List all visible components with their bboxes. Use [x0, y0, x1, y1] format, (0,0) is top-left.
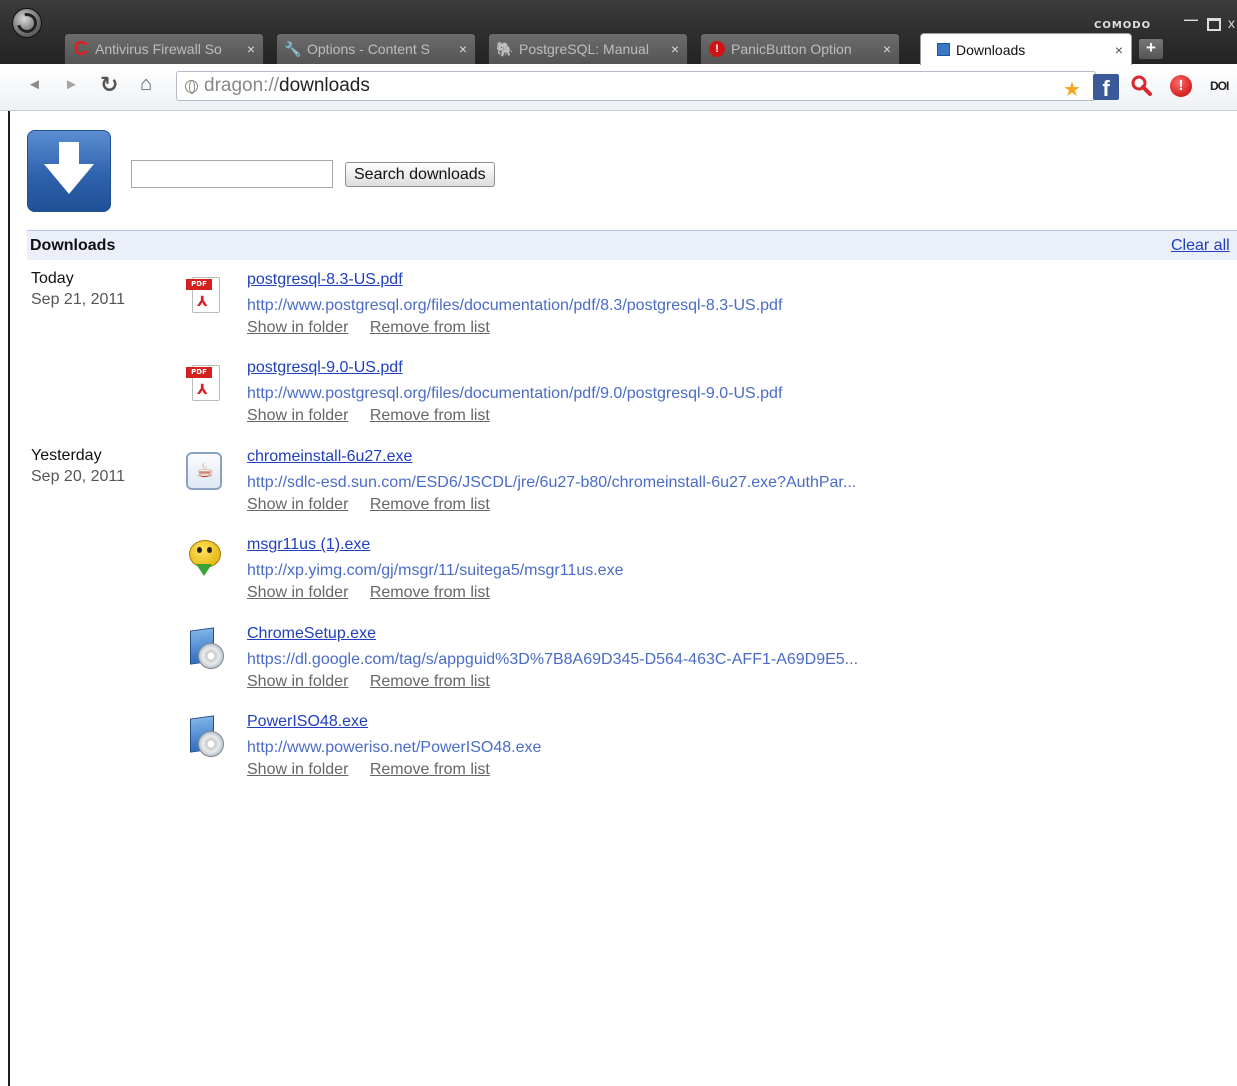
comodo-brand-label: COMODO [1094, 20, 1152, 31]
date-group-label: Yesterday [31, 447, 102, 464]
setup-installer-icon [184, 627, 224, 671]
tab-close-icon[interactable]: × [1115, 42, 1123, 58]
panic-button-icon: ! [709, 41, 725, 57]
tab-close-icon[interactable]: × [671, 41, 679, 57]
tab-close-icon[interactable]: × [459, 41, 467, 57]
new-tab-button[interactable]: + [1138, 38, 1164, 60]
back-button[interactable]: ◄ [27, 76, 42, 93]
postgresql-elephant-icon: 🐘 [496, 40, 514, 57]
remove-from-list-link[interactable]: Remove from list [370, 319, 490, 336]
download-file-link[interactable]: ChromeSetup.exe [247, 625, 376, 643]
download-item: ☕ chromeinstall-6u27.exe http://sdlc-esd… [184, 448, 1224, 528]
download-item: PDF ⅄ postgresql-9.0-US.pdf http://www.po… [184, 359, 1224, 439]
tab-options-content[interactable]: 🔧 Options - Content S × [276, 33, 476, 64]
clear-all-link[interactable]: Clear all [1171, 237, 1230, 255]
date-group-label: Today [31, 270, 74, 287]
pdf-file-icon: PDF ⅄ [184, 361, 224, 405]
yahoo-messenger-icon [184, 538, 224, 582]
downloads-page-icon [937, 43, 950, 56]
download-source-url[interactable]: http://www.postgresql.org/files/document… [247, 297, 782, 315]
tab-postgresql-manual[interactable]: 🐘 PostgreSQL: Manual × [488, 33, 688, 64]
window-left-border [8, 111, 10, 1086]
download-file-link[interactable]: postgresql-8.3-US.pdf [247, 271, 403, 289]
address-bar[interactable]: dragon:// downloads [176, 71, 1096, 101]
tab-antivirus-firewall[interactable]: C Antivirus Firewall So × [64, 33, 264, 64]
browser-toolbar: ◄ ► ↻ ⌂ dragon:// downloads ★ f ! DOI [0, 64, 1237, 111]
search-downloads-input[interactable] [131, 160, 333, 188]
bookmark-star-icon[interactable]: ★ [1063, 77, 1081, 102]
facebook-extension-icon[interactable]: f [1093, 74, 1119, 101]
download-file-link[interactable]: PowerISO48.exe [247, 713, 368, 731]
remove-from-list-link[interactable]: Remove from list [370, 673, 490, 690]
url-path: downloads [279, 75, 370, 96]
download-item: PowerISO48.exe http://www.poweriso.net/P… [184, 713, 1224, 793]
download-item: msgr11us (1).exe http://xp.yimg.com/gj/m… [184, 536, 1224, 616]
downloads-section-header: Downloads Clear all [27, 230, 1237, 260]
dragon-browser-logo-icon[interactable] [12, 8, 42, 38]
wrench-icon: 🔧 [284, 40, 302, 57]
show-in-folder-link[interactable]: Show in folder [247, 584, 348, 601]
panic-button-extension-icon[interactable]: ! [1170, 75, 1192, 97]
home-button[interactable]: ⌂ [140, 73, 152, 96]
page-info-globe-icon[interactable] [185, 79, 198, 94]
setup-installer-icon [184, 715, 224, 759]
comodo-c-icon: C [73, 37, 89, 60]
show-in-folder-link[interactable]: Show in folder [247, 761, 348, 778]
show-in-folder-link[interactable]: Show in folder [247, 319, 348, 336]
download-source-url[interactable]: http://sdlc-esd.sun.com/ESD6/JSCDL/jre/6… [247, 474, 856, 492]
doi-extension-icon[interactable]: DOI [1210, 79, 1229, 93]
maximize-button[interactable] [1207, 18, 1221, 31]
tab-close-icon[interactable]: × [883, 41, 891, 57]
download-source-url[interactable]: http://xp.yimg.com/gj/msgr/11/suitega5/m… [247, 562, 623, 580]
tab-downloads[interactable]: Downloads × [920, 33, 1132, 65]
url-scheme: dragon:// [204, 75, 279, 96]
download-source-url[interactable]: http://www.poweriso.net/PowerISO48.exe [247, 739, 541, 757]
show-in-folder-link[interactable]: Show in folder [247, 496, 348, 513]
tab-panicbutton-options[interactable]: ! PanicButton Option × [700, 33, 900, 64]
reload-button[interactable]: ↻ [100, 72, 118, 98]
tab-close-icon[interactable]: × [247, 41, 255, 57]
forward-button[interactable]: ► [64, 76, 79, 93]
downloads-logo-icon [27, 130, 111, 212]
date-group-date: Sep 21, 2011 [31, 291, 126, 308]
remove-from-list-link[interactable]: Remove from list [370, 584, 490, 601]
download-file-link[interactable]: postgresql-9.0-US.pdf [247, 359, 403, 377]
search-downloads-button[interactable]: Search downloads [345, 162, 495, 187]
download-file-link[interactable]: msgr11us (1).exe [247, 536, 370, 554]
remove-from-list-link[interactable]: Remove from list [370, 496, 490, 513]
download-item: PDF ⅄ postgresql-8.3-US.pdf http://www.po… [184, 271, 1224, 351]
download-file-link[interactable]: chromeinstall-6u27.exe [247, 448, 412, 466]
magnifier-extension-icon[interactable] [1130, 74, 1152, 102]
section-title: Downloads [30, 237, 116, 254]
java-installer-icon: ☕ [184, 450, 224, 494]
minimize-button[interactable]: — [1184, 12, 1198, 26]
remove-from-list-link[interactable]: Remove from list [370, 407, 490, 424]
date-group-date: Sep 20, 2011 [31, 468, 126, 485]
show-in-folder-link[interactable]: Show in folder [247, 407, 348, 424]
download-source-url[interactable]: http://www.postgresql.org/files/document… [247, 385, 782, 403]
remove-from-list-link[interactable]: Remove from list [370, 761, 490, 778]
pdf-file-icon: PDF ⅄ [184, 273, 224, 317]
title-bar: C Antivirus Firewall So × 🔧 Options - Co… [0, 0, 1237, 65]
show-in-folder-link[interactable]: Show in folder [247, 673, 348, 690]
download-source-url[interactable]: https://dl.google.com/tag/s/appguid%3D%7… [247, 651, 858, 669]
close-window-button[interactable]: x [1228, 16, 1235, 30]
download-item: ChromeSetup.exe https://dl.google.com/ta… [184, 625, 1224, 705]
